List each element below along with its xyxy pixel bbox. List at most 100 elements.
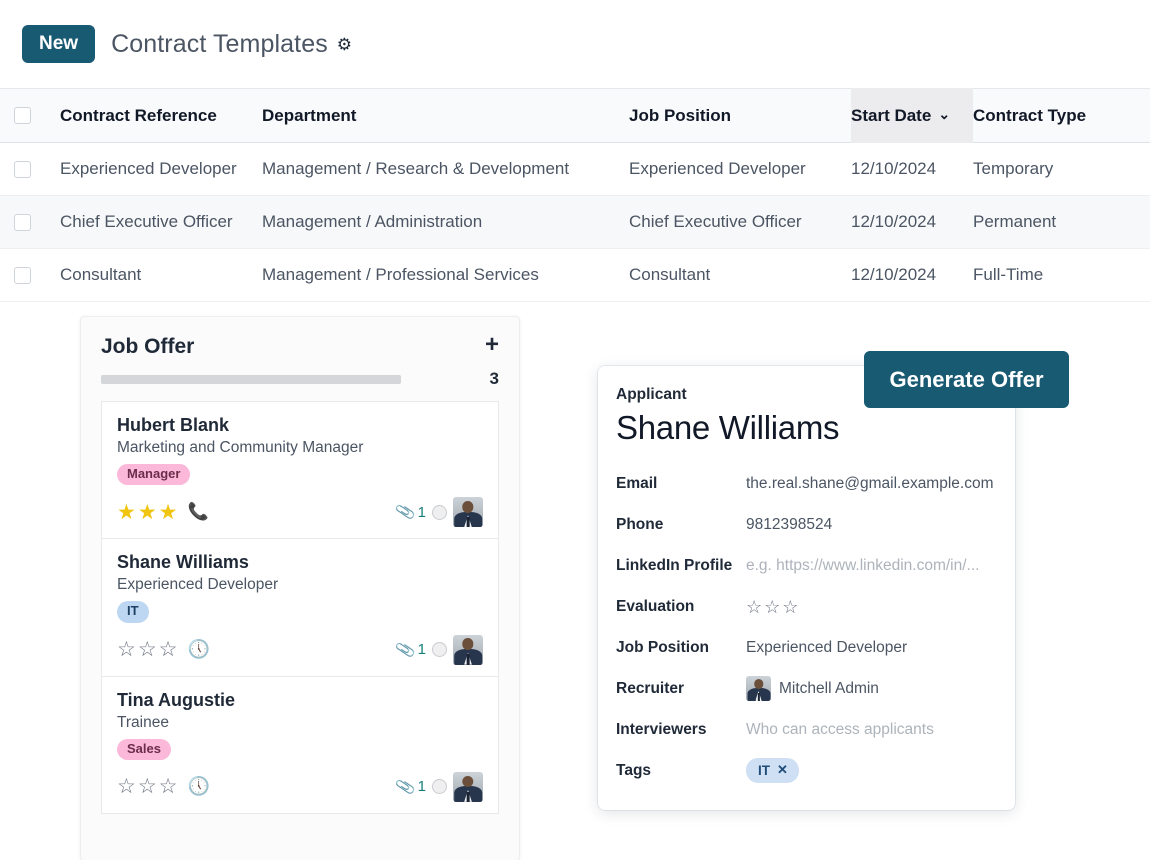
list-header-row: Contract Reference Department Job Positi… [0, 88, 1150, 143]
card-rating-stars[interactable]: ☆ ☆ ☆ [117, 776, 177, 797]
column-header-contract-reference[interactable]: Contract Reference [44, 106, 262, 126]
card-attachment-count: 1 [417, 641, 426, 659]
cell-contract-reference: Experienced Developer [60, 159, 237, 178]
column-header-contract-type[interactable]: Contract Type [973, 106, 1150, 126]
applicant-detail-panel: Applicant Shane Williams Email the.real.… [598, 366, 1015, 810]
card-attachment-count: 1 [417, 503, 426, 521]
card-job-role: Experienced Developer [117, 576, 279, 594]
field-email: Email the.real.shane@gmail.example.com [616, 463, 994, 504]
row-select-cell [0, 266, 44, 284]
kanban-state-dot[interactable] [432, 504, 447, 520]
column-header-start-date-label: Start Date [851, 105, 932, 125]
list-item[interactable]: Hubert Blank Marketing and Community Man… [102, 402, 498, 540]
cell-job-position: Experienced Developer [629, 159, 806, 178]
card-rating-stars[interactable]: ☆ ☆ ☆ [117, 639, 177, 660]
paperclip-icon: 📎 [394, 502, 417, 524]
cell-department: Management / Professional Services [262, 265, 539, 284]
phone-icon[interactable]: 📞 [187, 502, 208, 522]
avatar[interactable] [453, 771, 483, 802]
kanban-stage-title: Job Offer [101, 335, 195, 358]
paperclip-icon: 📎 [394, 776, 417, 799]
star-outline-icon[interactable]: ☆ [159, 639, 178, 660]
field-label-linkedin: LinkedIn Profile [616, 556, 733, 574]
table-row[interactable]: Chief Executive Officer Management / Adm… [0, 196, 1150, 249]
cell-start-date: 12/10/2024 [851, 212, 937, 231]
card-tag-badge[interactable]: Manager [117, 464, 191, 486]
card-tag-badge[interactable]: IT [117, 601, 149, 623]
star-outline-icon[interactable]: ☆ [782, 598, 798, 616]
applicant-name: Shane Williams [616, 409, 840, 446]
field-linkedin: LinkedIn Profile e.g. https://www.linked… [616, 545, 993, 586]
column-header-job-position[interactable]: Job Position [629, 106, 851, 126]
field-label-job-position: Job Position [616, 638, 709, 656]
star-outline-icon[interactable]: ☆ [159, 776, 178, 797]
field-label-interviewers: Interviewers [616, 720, 707, 738]
row-checkbox[interactable] [13, 160, 31, 178]
star-filled-icon[interactable]: ★ [138, 502, 157, 523]
close-icon[interactable]: ✕ [777, 762, 788, 778]
avatar[interactable] [453, 497, 483, 528]
card-footer: ★ ★ ★ 📞 📎 1 [117, 497, 483, 528]
star-outline-icon[interactable]: ☆ [764, 598, 780, 616]
column-header-department[interactable]: Department [262, 106, 629, 126]
kanban-progress-row: 3 [81, 359, 519, 389]
row-checkbox[interactable] [13, 213, 31, 231]
cell-contract-reference: Consultant [60, 265, 142, 284]
field-label-email: Email [616, 474, 658, 492]
app-screen: New Contract Templates ⚙ Contract Refere… [0, 0, 1150, 860]
select-all-cell [0, 107, 44, 124]
card-applicant-name: Tina Augustie [117, 689, 236, 710]
paperclip-icon: 📎 [394, 639, 417, 661]
linkedin-field[interactable]: e.g. https://www.linkedin.com/in/... [746, 557, 979, 575]
list-item[interactable]: Shane Williams Experienced Developer IT … [102, 539, 498, 677]
star-outline-icon[interactable]: ☆ [138, 639, 157, 660]
row-select-cell [0, 213, 44, 231]
cell-job-position: Consultant [629, 265, 711, 284]
job-position-field[interactable]: Experienced Developer [746, 639, 907, 657]
card-footer-right: 📎 1 [394, 634, 483, 665]
field-label-recruiter: Recruiter [616, 679, 685, 697]
star-outline-icon[interactable]: ☆ [746, 598, 762, 616]
new-button[interactable]: New [22, 25, 96, 63]
evaluation-stars[interactable]: ☆ ☆ ☆ [746, 598, 798, 616]
recruiter-field[interactable]: Mitchell Admin [746, 676, 879, 701]
contract-templates-list: Contract Reference Department Job Positi… [0, 88, 1150, 302]
field-interviewers: Interviewers Who can access applicants [616, 709, 993, 750]
email-field[interactable]: the.real.shane@gmail.example.com [746, 475, 994, 493]
kanban-column-job-offer: Job Offer + 3 Hubert Blank Marketing and… [80, 316, 520, 860]
gear-icon[interactable]: ⚙ [337, 35, 352, 55]
star-outline-icon[interactable]: ☆ [138, 776, 157, 797]
star-outline-icon[interactable]: ☆ [117, 776, 136, 797]
status-badge[interactable]: IT ✕ [746, 758, 799, 783]
interviewers-field[interactable]: Who can access applicants [746, 721, 934, 739]
table-row[interactable]: Experienced Developer Management / Resea… [0, 143, 1150, 196]
row-checkbox[interactable] [13, 266, 31, 284]
kanban-state-dot[interactable] [432, 779, 447, 795]
card-attachment-count: 1 [417, 778, 426, 796]
card-rating-stars[interactable]: ★ ★ ★ [117, 502, 177, 523]
clock-icon[interactable]: 🕔 [187, 776, 209, 797]
card-footer-right: 📎 1 [394, 497, 483, 528]
phone-field[interactable]: 9812398524 [746, 516, 832, 534]
clock-icon[interactable]: 🕔 [187, 639, 209, 660]
avatar[interactable] [453, 634, 483, 665]
plus-icon[interactable]: + [485, 332, 499, 356]
list-item[interactable]: Tina Augustie Trainee Sales ☆ ☆ ☆ 🕔 📎 1 [102, 677, 498, 813]
kanban-card-list: Hubert Blank Marketing and Community Man… [101, 401, 499, 814]
select-all-checkbox[interactable] [13, 107, 31, 124]
generate-offer-button[interactable]: Generate Offer [864, 351, 1069, 408]
cell-department: Management / Administration [262, 212, 483, 231]
cell-contract-type: Full-Time [973, 265, 1044, 284]
field-label-phone: Phone [616, 515, 664, 533]
kanban-state-dot[interactable] [432, 642, 447, 658]
card-tag-badge[interactable]: Sales [117, 738, 171, 760]
star-filled-icon[interactable]: ★ [117, 502, 136, 523]
column-header-start-date[interactable]: Start Date ⌄ [851, 88, 973, 143]
star-filled-icon[interactable]: ★ [159, 502, 178, 523]
table-row[interactable]: Consultant Management / Professional Ser… [0, 249, 1150, 302]
kanban-progress-bar[interactable] [101, 374, 401, 384]
tags-field[interactable]: IT ✕ [746, 758, 799, 783]
field-tags: Tags IT ✕ [616, 750, 993, 791]
field-label-evaluation: Evaluation [616, 597, 695, 615]
star-outline-icon[interactable]: ☆ [117, 639, 136, 660]
